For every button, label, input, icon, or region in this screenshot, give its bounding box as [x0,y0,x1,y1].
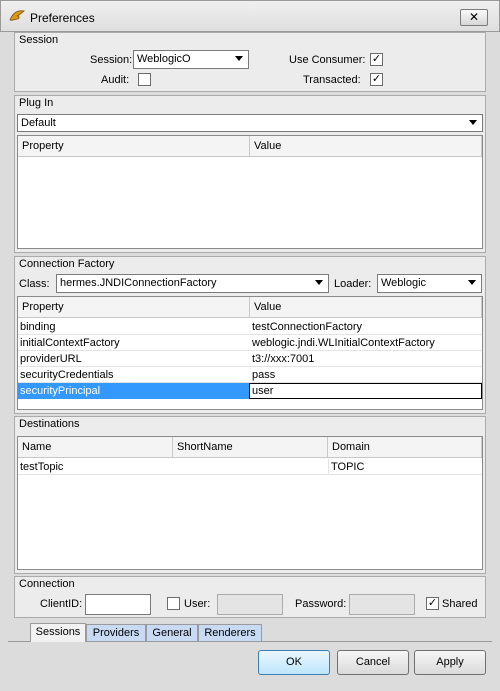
session-panel [14,32,486,92]
chevron-down-icon [468,280,476,285]
value-cell[interactable]: pass [250,367,480,383]
password-input [349,594,415,615]
chevron-down-icon [235,56,243,61]
close-icon: ✕ [468,10,480,24]
shared-checkbox[interactable]: ✓ [426,597,439,610]
plugin-combo[interactable]: Default [17,114,483,132]
shared-label: Shared [442,598,478,610]
client-id-input[interactable] [85,594,151,615]
destination-domain-cell: TOPIC [328,459,480,475]
column-header-value[interactable]: Value [250,297,482,318]
loader-value: Weblogic [381,277,427,289]
class-value: hermes.JNDIConnectionFactory [60,277,217,289]
table-row[interactable]: securityCredentials pass [18,367,482,383]
value-cell[interactable]: weblogic.jndi.WLInitialContextFactory [250,335,480,351]
loader-label: Loader: [334,278,372,290]
ok-button[interactable]: OK [258,650,330,675]
column-header-property[interactable]: Property [18,136,250,157]
audit-label: Audit: [101,74,130,86]
property-cell: binding [20,321,56,333]
destination-name-cell: testTopic [20,461,64,473]
transacted-checkbox[interactable]: ✓ [370,73,383,86]
property-cell: providerURL [20,353,82,365]
session-combo[interactable]: WeblogicO [133,50,249,69]
use-consumer-checkbox[interactable]: ✓ [370,53,383,66]
client-id-label: ClientID: [40,598,83,610]
session-value: WeblogicO [137,53,191,65]
connection-factory-section-title: Connection Factory [19,258,115,270]
hermes-wing-icon [9,10,26,22]
class-label: Class: [19,278,50,290]
table-row[interactable]: binding testConnectionFactory [18,319,482,335]
apply-button[interactable]: Apply [414,650,486,675]
column-header-domain[interactable]: Domain [328,437,482,458]
check-icon: ✓ [371,73,382,85]
tab-renderers[interactable]: Renderers [198,624,262,641]
cancel-button[interactable]: Cancel [337,650,409,675]
destinations-section-title: Destinations [19,418,80,430]
loader-combo[interactable]: Weblogic [377,274,482,293]
connection-section-title: Connection [19,578,75,590]
audit-checkbox[interactable] [138,73,151,86]
value-cell[interactable]: testConnectionFactory [250,319,480,335]
property-cell: initialContextFactory [20,337,120,349]
class-combo[interactable]: hermes.JNDIConnectionFactory [56,274,329,293]
value-cell[interactable]: t3://xxx:7001 [250,351,480,367]
table-row[interactable]: testTopic TOPIC [18,459,482,475]
password-label: Password: [295,598,347,610]
plugin-table: Property Value [17,135,483,249]
user-checkbox[interactable] [167,597,180,610]
connection-factory-table: Property Value binding testConnectionFac… [17,296,483,410]
chevron-down-icon [469,120,477,125]
session-section-title: Session [19,34,59,46]
plugin-selected: Default [21,117,56,129]
tab-providers[interactable]: Providers [86,624,146,641]
tab-sessions[interactable]: Sessions [30,623,86,642]
chevron-down-icon [315,280,323,285]
transacted-label: Transacted: [303,74,361,86]
use-consumer-label: Use Consumer: [289,54,366,66]
column-header-property[interactable]: Property [18,297,250,318]
value-edit-field[interactable]: user [249,383,482,399]
check-icon: ✓ [427,597,438,609]
column-header-name[interactable]: Name [18,437,173,458]
user-label: User: [184,598,211,610]
user-input [217,594,283,615]
window-title: Preferences [30,11,95,25]
session-label: Session: [90,54,133,66]
property-cell: securityCredentials [20,369,114,381]
table-row[interactable]: providerURL t3://xxx:7001 [18,351,482,367]
table-row[interactable]: initialContextFactory weblogic.jndi.WLIn… [18,335,482,351]
destinations-table: Name ShortName Domain testTopic TOPIC [17,436,483,570]
table-row-selected[interactable]: securityPrincipal user [18,383,482,400]
column-header-shortname[interactable]: ShortName [173,437,328,458]
plugin-section-title: Plug In [19,97,54,109]
property-cell: securityPrincipal [18,383,249,399]
close-button[interactable]: ✕ [460,9,488,26]
column-header-value[interactable]: Value [250,136,482,157]
check-icon: ✓ [371,53,382,65]
tab-general[interactable]: General [146,624,198,641]
